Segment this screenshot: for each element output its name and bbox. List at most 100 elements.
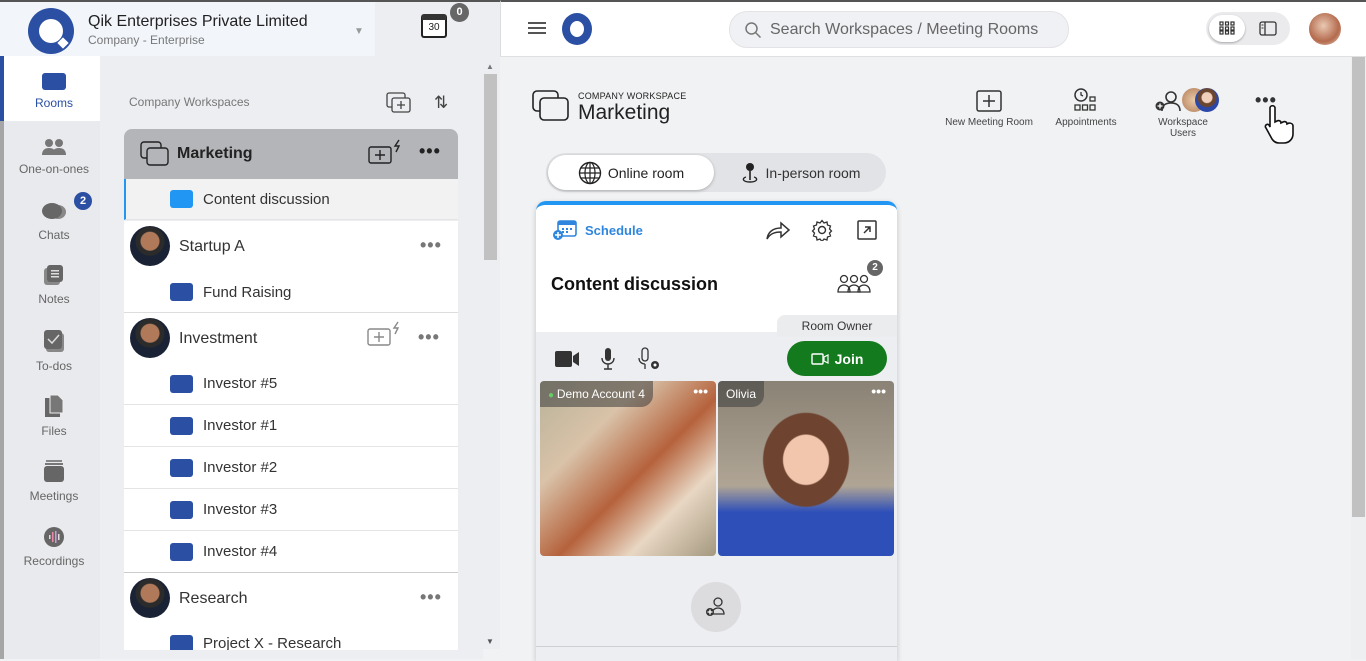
files-icon [45, 394, 64, 417]
nav-todos[interactable]: To-dos [4, 329, 104, 373]
room-color-icon [170, 543, 193, 561]
nav-meetings[interactable]: Meetings [4, 459, 104, 503]
nav-label: Chats [38, 228, 70, 242]
video-icon [810, 352, 829, 365]
add-participant-button[interactable] [691, 582, 741, 632]
workspace-group-investment[interactable]: Investment ••• [124, 313, 458, 363]
q-logo [562, 13, 592, 45]
sidebar-view-icon[interactable] [1259, 21, 1277, 36]
room-color-icon [170, 635, 193, 650]
share-icon[interactable] [765, 221, 791, 241]
participant-count-badge: 2 [867, 260, 883, 276]
room-item[interactable]: Investor #4 [124, 531, 458, 573]
room-name: Content discussion [203, 191, 330, 208]
new-meeting-room-button[interactable]: New Meeting Room [943, 90, 1035, 128]
instant-room-icon[interactable] [368, 139, 404, 165]
open-external-icon[interactable] [857, 220, 877, 240]
scroll-down-icon[interactable]: ▼ [486, 637, 494, 646]
room-color-icon [170, 283, 193, 301]
calendar-icon[interactable]: 30 [421, 14, 447, 38]
workspace-avatar [130, 226, 170, 266]
room-item[interactable]: Investor #1 [124, 405, 458, 447]
room-color-icon [170, 190, 193, 208]
people-icon [42, 139, 66, 155]
participant-tile[interactable]: Olivia ••• [718, 381, 894, 556]
schedule-icon [553, 220, 577, 240]
scroll-up-icon[interactable]: ▲ [486, 62, 494, 71]
org-switcher[interactable]: Qik Enterprises Private Limited Company … [0, 0, 375, 56]
qik-logo [28, 8, 74, 54]
room-name[interactable]: Project X - Research [203, 635, 341, 650]
camera-icon[interactable] [554, 350, 580, 368]
participants-icon[interactable] [837, 274, 871, 294]
workspace-kicker: COMPANY WORKSPACE [578, 91, 687, 101]
grid-view-button[interactable] [1209, 15, 1245, 42]
tile-more-icon[interactable]: ••• [871, 383, 886, 399]
workspace-list-scroll-thumb[interactable] [484, 74, 497, 260]
nav-notes[interactable]: Notes [4, 264, 104, 306]
main-scroll-thumb[interactable] [1352, 57, 1365, 517]
todo-icon [44, 330, 64, 352]
workspace-title: Marketing [578, 101, 671, 124]
nav-label: Recordings [23, 554, 85, 568]
nav-rooms[interactable]: Rooms [0, 56, 104, 121]
audio-settings-icon[interactable] [638, 347, 662, 371]
appointments-button[interactable]: Appointments [1052, 88, 1120, 128]
workspace-group-research[interactable]: Research ••• Project X - Research [124, 573, 458, 650]
search-placeholder: Search Workspaces / Meeting Rooms [770, 20, 1039, 38]
workspace-name: Research [179, 590, 248, 607]
nav-label: Files [41, 424, 67, 438]
room-name[interactable]: Fund Raising [203, 284, 291, 301]
join-label: Join [834, 350, 864, 367]
location-pin-icon [742, 162, 757, 183]
participant-tile[interactable]: ● Demo Account 4 ••• [540, 381, 716, 556]
menu-icon[interactable] [528, 22, 546, 36]
hand-cursor-icon [1264, 104, 1294, 144]
tab-in-person-room[interactable]: In-person room [716, 155, 884, 190]
nav-one-on-ones[interactable]: One-on-ones [4, 138, 104, 176]
schedule-button[interactable]: Schedule [553, 219, 643, 241]
nav-label: To-dos [35, 359, 73, 373]
more-icon[interactable]: ••• [420, 235, 442, 256]
tab-online-room[interactable]: Online room [548, 155, 714, 190]
participant-name: Olivia [726, 387, 757, 401]
tile-more-icon[interactable]: ••• [693, 383, 708, 399]
room-item[interactable]: Investor #2 [124, 447, 458, 489]
workspace-group-marketing[interactable]: Marketing ••• [124, 129, 458, 179]
more-icon[interactable]: ••• [418, 327, 440, 348]
appointments-icon [1074, 88, 1096, 111]
room-name: Investor #5 [203, 375, 278, 392]
workspace-avatar [130, 578, 170, 618]
microphone-icon[interactable] [600, 347, 616, 371]
join-button[interactable]: Join [787, 341, 887, 376]
room-color-icon [170, 375, 193, 393]
add-workspace-icon[interactable] [386, 92, 412, 114]
sort-icon[interactable]: ⇅ [434, 93, 448, 113]
workspace-users-button[interactable]: Workspace Users [1145, 88, 1221, 139]
room-item[interactable]: Investor #5 [124, 363, 458, 405]
user-avatar-small [1195, 88, 1219, 112]
room-item[interactable]: Investor #3 [124, 489, 458, 531]
settings-icon[interactable] [811, 219, 833, 241]
participant-name-label: ● Demo Account 4 [540, 381, 653, 407]
calendar-badge: 0 [450, 3, 469, 22]
nav-chats[interactable]: 2 Chats [4, 192, 104, 242]
room-name: Investor #3 [203, 501, 278, 518]
more-icon[interactable]: ••• [419, 141, 441, 162]
grid-icon [1219, 21, 1235, 35]
globe-icon [578, 161, 602, 184]
search-input[interactable]: Search Workspaces / Meeting Rooms [729, 11, 1069, 48]
add-participant-icon [706, 597, 725, 616]
instant-room-icon[interactable] [367, 321, 403, 347]
room-item[interactable]: Content discussion [124, 179, 458, 220]
room-color-icon [170, 501, 193, 519]
nav-files[interactable]: Files [4, 394, 104, 438]
more-icon[interactable]: ••• [420, 587, 442, 608]
tab-label: In-person room [765, 164, 861, 181]
card-divider [536, 646, 897, 647]
participant-name-label: Olivia [718, 381, 765, 407]
workspace-group-startup-a[interactable]: Startup A ••• Fund Raising [124, 221, 458, 313]
user-avatar[interactable] [1309, 13, 1341, 45]
nav-recordings[interactable]: Recordings [4, 526, 104, 568]
nav-rail: Rooms One-on-ones 2 Chats Notes To-dos F… [0, 56, 104, 659]
